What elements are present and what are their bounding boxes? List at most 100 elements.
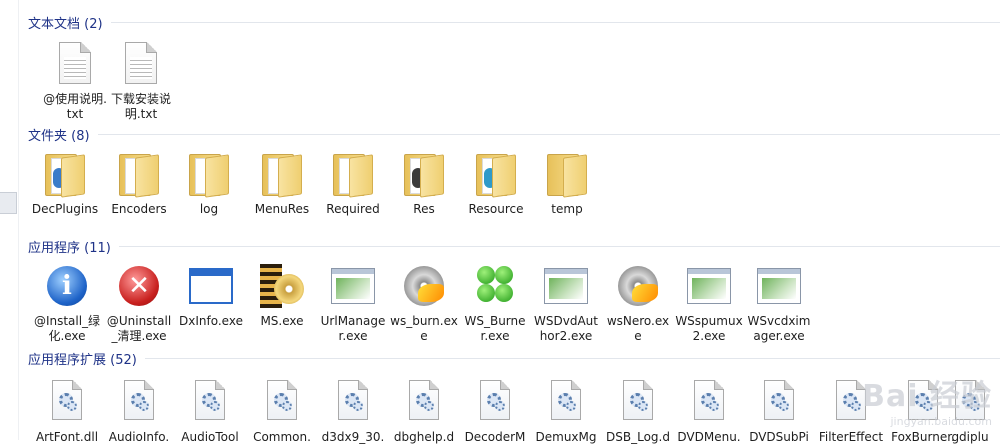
navigation-pane-edge [0,0,19,440]
group-title: 文本文档 (2) [28,16,103,32]
watermark-logo-text: Bai 经验 [862,379,992,414]
app-item[interactable]: UrlManager.exe [318,262,388,344]
group-title: 应用程序 (11) [28,240,111,256]
folder-icon [400,150,448,198]
file-item[interactable]: @使用说明.txt [40,40,110,122]
app-item[interactable]: WSvcdximager.exe [744,262,814,344]
dll-item[interactable]: AudioTool [175,378,245,445]
dll-icon [542,378,590,426]
folder-item[interactable]: MenuRes [247,150,317,217]
group-header[interactable]: 应用程序扩展 (52) [22,348,1000,368]
baidu-watermark: Bai 经验 jingyan.baidu.com [862,371,992,428]
dll-item[interactable]: DemuxMg [531,378,601,445]
folder-label: Encoders [111,202,167,216]
dll-item[interactable]: Common. [247,378,317,445]
folder-icon [185,150,233,198]
dll-label: DemuxMg [535,430,597,444]
dll-item[interactable]: d3dx9_30. [318,378,388,445]
dll-item[interactable]: DecoderM [460,378,530,445]
dll-label: FilterEffect [818,430,884,444]
group-divider [97,133,1000,135]
folder-label: Res [413,202,435,216]
dll-label: DVDMenu. [677,430,741,444]
dll-label: AudioInfo. [108,430,170,444]
folder-item[interactable]: Required [318,150,388,217]
dll-label: gdiplu [951,430,989,444]
folder-icon [115,150,163,198]
dll-label: dbghelp.d [393,430,455,444]
app-item[interactable]: i @Install_绿化.exe [32,262,102,344]
app-window-icon [329,262,377,310]
info-icon: i [43,262,91,310]
app-item[interactable]: ✕ @Uninstall_清理.exe [104,262,174,344]
app-window-icon [685,262,733,310]
dll-label: AudioTool [181,430,239,444]
burn-disc-icon [614,262,662,310]
app-label: DxInfo.exe [179,314,243,328]
app-window-icon [542,262,590,310]
group-divider [110,21,1000,23]
dll-label: d3dx9_30. [321,430,385,444]
group-header[interactable]: 文件夹 (8) [22,124,1000,144]
group-header[interactable]: 文本文档 (2) [22,12,1000,32]
dll-icon [115,378,163,426]
dll-icon [186,378,234,426]
clover-icon [471,262,519,310]
app-label: WSspumux2.exe [675,314,743,343]
folder-icon [472,150,520,198]
text-file-icon [51,40,99,88]
folder-item[interactable]: log [174,150,244,217]
group-applications: 应用程序 (11) i @Install_绿化.exe ✕ @Uninstall… [22,236,1000,352]
app-label: @Uninstall_清理.exe [106,314,172,343]
folder-item[interactable]: Resource [461,150,531,217]
dll-icon [329,378,377,426]
window-icon [187,262,235,310]
folder-item[interactable]: Res [389,150,459,217]
file-item[interactable]: 下载安装说明.txt [106,40,176,122]
app-item[interactable]: WSDvdAuthor2.exe [531,262,601,344]
group-header[interactable]: 应用程序 (11) [22,236,1000,256]
dll-item[interactable]: dbghelp.d [389,378,459,445]
navigation-pane-handle[interactable] [0,192,17,214]
folder-item[interactable]: Encoders [104,150,174,217]
folder-icon [329,150,377,198]
folder-item[interactable]: temp [532,150,602,217]
dll-item[interactable]: ArtFont.dll [32,378,102,445]
app-label: wsNero.exe [606,314,670,343]
app-item[interactable]: wsNero.exe [603,262,673,344]
app-item[interactable]: WSspumux2.exe [674,262,744,344]
dll-label: ArtFont.dll [35,430,99,444]
file-label: @使用说明.txt [43,92,107,121]
dll-item[interactable]: AudioInfo. [104,378,174,445]
dll-icon [43,378,91,426]
group-folders: 文件夹 (8) DecPlugins Encoders log MenuRes … [22,124,1000,236]
folder-label: log [199,202,219,216]
group-application-extensions: 应用程序扩展 (52) ArtFont.dll AudioInfo. Audio… [22,348,1000,444]
dll-item[interactable]: DSB_Log.d [603,378,673,445]
app-label: WS_Burner.exe [464,314,526,343]
app-label: WSvcdximager.exe [747,314,811,343]
app-label: @Install_绿化.exe [33,314,101,343]
error-icon: ✕ [115,262,163,310]
dll-label: DVDSubPi [749,430,809,444]
dll-item[interactable]: DVDSubPi [744,378,814,445]
app-item[interactable]: DxInfo.exe [176,262,246,329]
dll-icon [258,378,306,426]
folder-label: MenuRes [254,202,310,216]
dll-icon [471,378,519,426]
dll-icon [685,378,733,426]
group-title: 文件夹 (8) [28,128,90,144]
app-label: ws_burn.exe [390,314,458,343]
group-title: 应用程序扩展 (52) [28,352,137,368]
app-item[interactable]: ws_burn.exe [389,262,459,344]
group-text-documents: 文本文档 (2) @使用说明.txt 下载安装说明.txt [22,12,1000,124]
dll-icon [400,378,448,426]
group-divider [144,357,1000,359]
folder-icon [543,150,591,198]
folder-item[interactable]: DecPlugins [30,150,100,217]
app-item[interactable]: MS.exe [247,262,317,329]
app-label: UrlManager.exe [320,314,386,343]
dll-item[interactable]: DVDMenu. [674,378,744,445]
dll-label: DecoderM [464,430,526,444]
app-item[interactable]: WS_Burner.exe [460,262,530,344]
